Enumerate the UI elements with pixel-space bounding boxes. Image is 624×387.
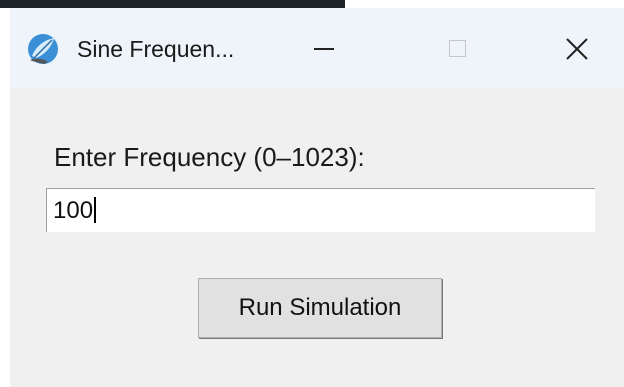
frequency-input-value: 100 bbox=[53, 197, 97, 225]
maximize-icon bbox=[449, 40, 466, 57]
frequency-label: Enter Frequency (0–1023): bbox=[54, 142, 365, 172]
close-button[interactable] bbox=[545, 22, 615, 74]
background-window-edge bbox=[0, 0, 345, 8]
maximize-button[interactable] bbox=[424, 22, 494, 74]
background-strip bbox=[0, 0, 624, 8]
text-caret bbox=[94, 197, 97, 223]
frequency-input[interactable]: 100 bbox=[46, 188, 595, 232]
window-title: Sine Frequen... bbox=[77, 36, 235, 62]
minimize-icon bbox=[314, 48, 334, 50]
close-icon bbox=[566, 38, 588, 60]
run-simulation-button[interactable]: Run Simulation bbox=[198, 278, 442, 338]
minimize-button[interactable] bbox=[290, 22, 360, 74]
title-bar[interactable]: Sine Frequen... bbox=[10, 8, 624, 88]
app-window: Sine Frequen... Enter Frequency (0–1023)… bbox=[10, 8, 624, 387]
app-feather-icon bbox=[28, 34, 58, 64]
